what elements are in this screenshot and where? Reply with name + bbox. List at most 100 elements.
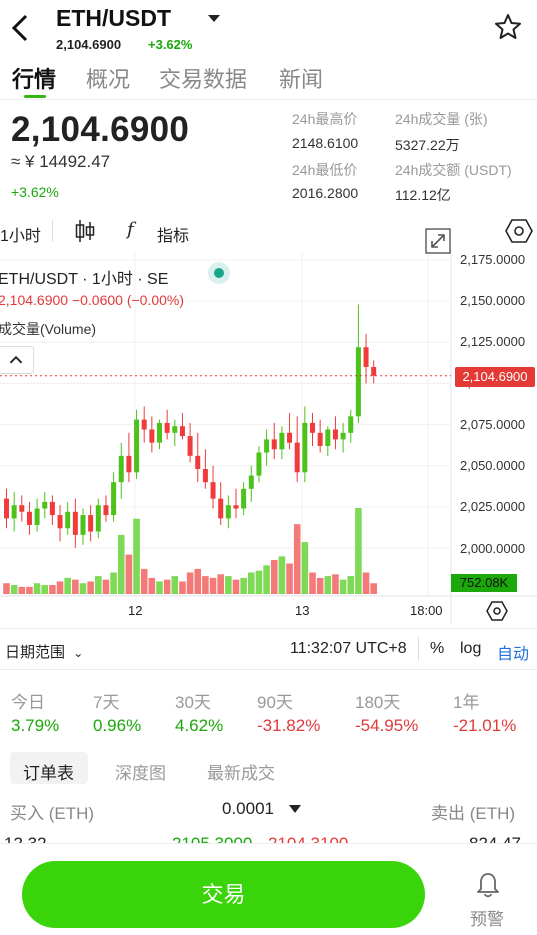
orderbook-buy-header: 买入 (ETH) <box>10 804 95 823</box>
volume-bar <box>156 581 163 594</box>
subtab-orderbook[interactable]: 订单表 <box>23 759 74 784</box>
volume-bar <box>263 565 270 594</box>
volume-bar <box>339 579 347 594</box>
back-arrow-icon[interactable] <box>6 8 36 48</box>
candle-body <box>103 505 109 516</box>
y-tick: 2,175.0000 <box>460 252 526 267</box>
candle-body <box>42 501 48 509</box>
candle-body <box>157 422 162 443</box>
volume-bar <box>232 579 240 594</box>
volume-bar <box>301 542 309 594</box>
candle-body <box>225 505 231 519</box>
volume-bar <box>362 572 370 594</box>
candle-body <box>126 455 132 473</box>
candle-body <box>26 511 32 525</box>
volume-bar <box>209 577 217 594</box>
fullscreen-icon[interactable] <box>425 228 451 254</box>
range-divider <box>418 637 419 661</box>
tab-overview[interactable]: 概况 <box>86 62 130 94</box>
candle-body <box>134 419 140 473</box>
axis-settings-icon[interactable] <box>486 600 508 622</box>
log-scale-toggle[interactable]: log <box>460 640 481 658</box>
volume-bar <box>3 583 10 594</box>
volume-bar <box>240 577 247 594</box>
candle-body <box>80 515 86 535</box>
volume-bar <box>133 518 140 594</box>
tab-market[interactable]: 行情 <box>12 62 56 94</box>
pair-dropdown-caret-icon[interactable] <box>208 15 220 22</box>
chart-toolbar: 1小时 f 指标 <box>0 212 537 250</box>
candle-body <box>88 515 94 532</box>
candle-body <box>4 498 9 519</box>
perf-label: 30天 <box>175 693 211 712</box>
stat-volume-label: 24h成交量 (张) <box>395 111 488 127</box>
pair-title[interactable]: ETH/USDT <box>56 5 171 32</box>
bottom-bar: 交易 预警 <box>0 843 537 935</box>
candle-body <box>111 482 117 516</box>
candle-body <box>187 436 193 456</box>
trade-button[interactable]: 交易 <box>22 861 425 928</box>
candle-body <box>363 347 369 367</box>
volume-bar <box>278 556 286 594</box>
interval-selector[interactable]: 1小时 <box>0 222 41 246</box>
candle-body <box>141 419 147 430</box>
x-tick: 13 <box>295 603 310 618</box>
volume-bar <box>95 576 102 594</box>
last-price: 2,104.6900 <box>11 110 190 149</box>
volume-bar <box>18 586 26 594</box>
perf-value: -54.95% <box>355 716 419 735</box>
volume-bar <box>324 576 332 594</box>
candle-body <box>302 422 308 473</box>
step-dropdown-caret-icon[interactable] <box>289 805 301 813</box>
perf-label: 7天 <box>93 693 120 712</box>
volume-bar <box>49 585 56 594</box>
candle-body <box>218 498 224 519</box>
candlestick-type-icon[interactable] <box>74 218 96 244</box>
volume-bar <box>163 579 171 594</box>
subtab-latest-trades[interactable]: 最新成交 <box>207 759 275 784</box>
chart-settings-icon[interactable] <box>505 218 533 244</box>
y-tick: 2,150.0000 <box>460 293 526 308</box>
y-tick: 2,075.0000 <box>460 417 526 432</box>
live-status-dot <box>208 262 230 284</box>
volume-bar <box>194 568 202 594</box>
chart-legend-ohlc: 2,104.6900 −0.0600 (−0.00%) <box>0 292 185 308</box>
tab-trading-data[interactable]: 交易数据 <box>159 62 247 94</box>
date-range-selector[interactable]: 日期范围 ⌄ <box>5 641 83 662</box>
header: ETH/USDT 2,104.6900 +3.62% <box>0 0 537 58</box>
favorite-star-icon[interactable] <box>494 13 522 41</box>
percent-scale-toggle[interactable]: % <box>430 640 444 658</box>
chevron-down-icon: ⌄ <box>73 646 84 660</box>
indicator-button[interactable]: 指标 <box>157 222 189 246</box>
volume-bar <box>347 576 355 594</box>
collapse-legend-button[interactable] <box>0 346 34 374</box>
last-price-tag: 2,104.6900 <box>455 367 535 387</box>
function-icon[interactable]: f <box>127 219 134 240</box>
auto-scale-toggle[interactable]: 自动 <box>497 640 529 664</box>
volume-bar <box>370 583 377 594</box>
candle-body <box>371 366 377 376</box>
volume-bar <box>171 576 179 594</box>
current-time[interactable]: 11:32:07 UTC+8 <box>290 640 407 658</box>
stat-low-label: 24h最低价 <box>292 162 358 178</box>
x-tick: 18:00 <box>410 603 443 618</box>
volume-bar <box>148 577 156 594</box>
alert-label[interactable]: 预警 <box>470 905 504 930</box>
tab-news[interactable]: 新闻 <box>279 62 323 94</box>
volume-bar <box>33 583 41 594</box>
volume-legend-label: 成交量(Volume) <box>0 321 97 337</box>
volume-bar <box>26 586 33 594</box>
candle-body <box>179 426 185 437</box>
bell-icon[interactable] <box>475 871 501 899</box>
subtab-depth[interactable]: 深度图 <box>115 759 166 784</box>
candle-body <box>65 511 71 529</box>
price-step-selector[interactable]: 0.0001 <box>222 799 274 819</box>
main-tabs: 行情 概况 交易数据 新闻 <box>0 58 537 100</box>
candle-body <box>348 416 354 433</box>
volume-bar <box>140 568 148 594</box>
candle-body <box>233 505 239 509</box>
volume-bar <box>117 534 125 594</box>
volume-value-tag: 752.08K <box>451 574 517 592</box>
volume-bar <box>217 574 224 594</box>
volume-bar <box>110 572 117 594</box>
